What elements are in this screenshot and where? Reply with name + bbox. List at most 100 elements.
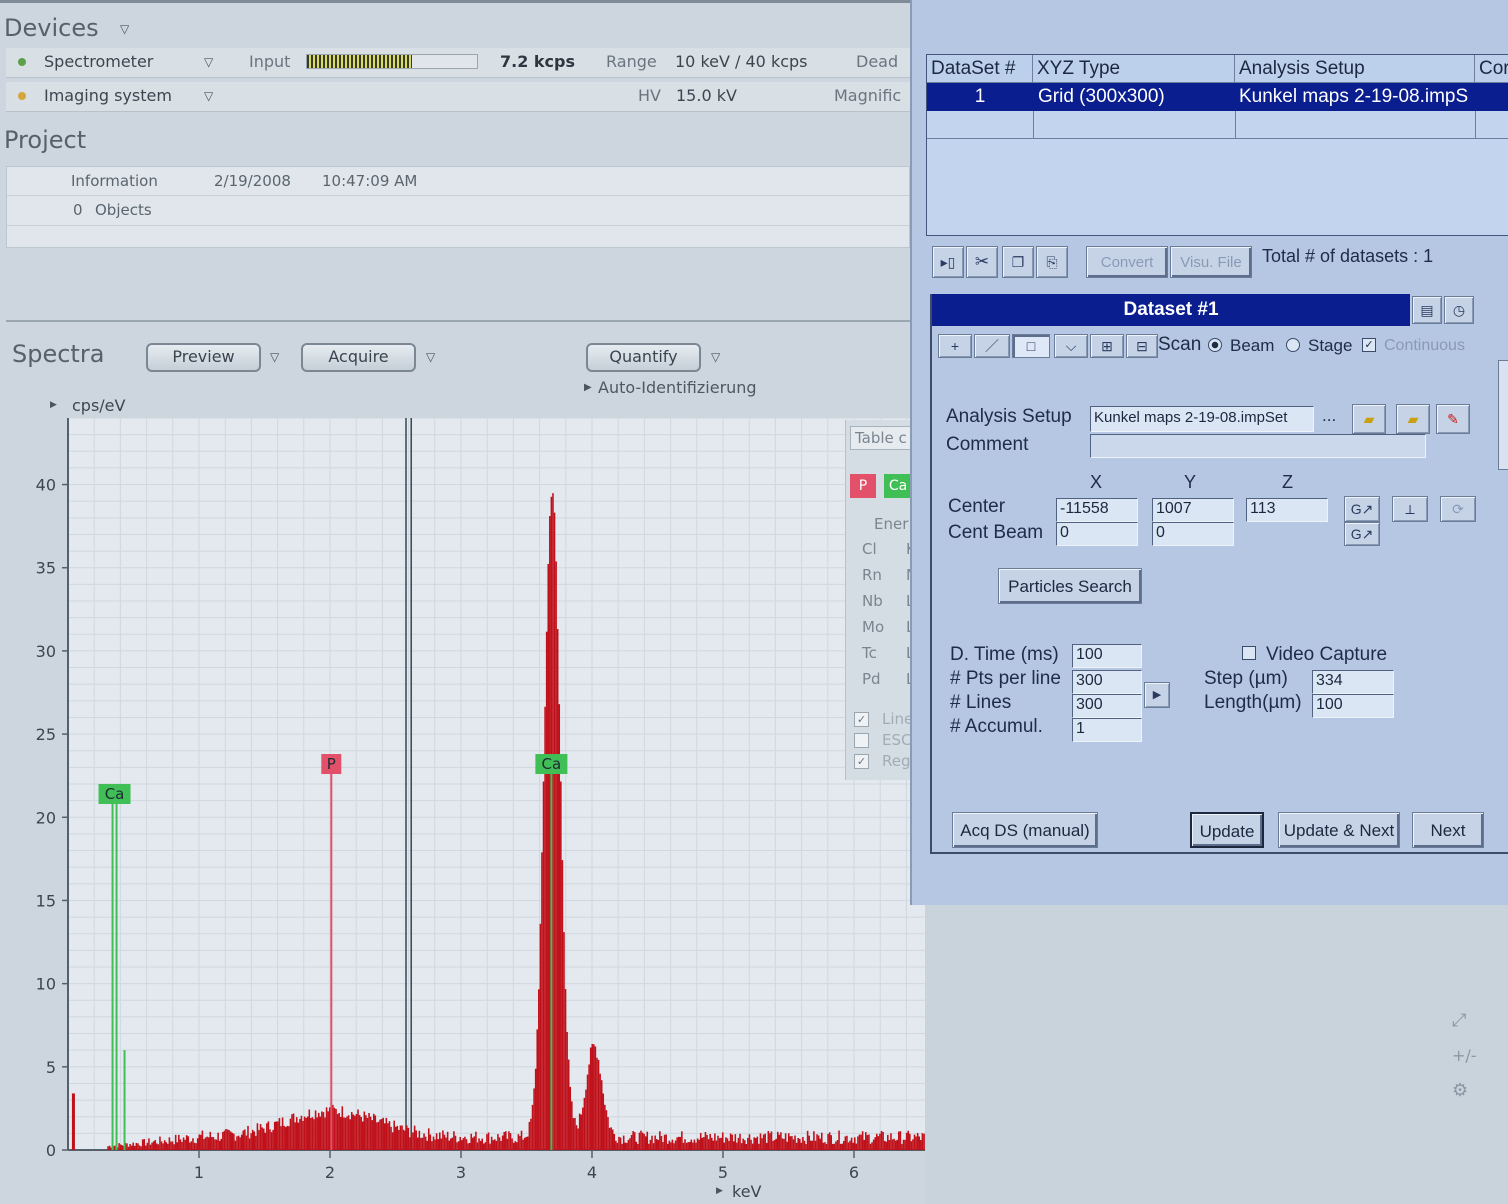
grid-header-cor[interactable]: Cor — [1475, 55, 1508, 83]
spectrum-bar — [483, 1143, 485, 1150]
grid-cell-type: Grid (300x300) — [1038, 86, 1165, 107]
particles-search-button[interactable]: Particles Search — [998, 568, 1142, 604]
element-symbol[interactable]: Nb — [862, 592, 883, 610]
element-chip-p[interactable]: P — [850, 474, 876, 498]
accumulations-field[interactable]: 1 — [1072, 718, 1142, 742]
insert-dataset-icon[interactable]: ▸▯ — [932, 246, 964, 278]
periodic-table-tab[interactable]: Table c — [850, 426, 916, 450]
refresh-icon[interactable]: ⟳ — [1440, 496, 1476, 522]
element-symbol[interactable]: Pd — [862, 670, 881, 688]
update-button[interactable]: Update — [1190, 812, 1264, 848]
point-tool-icon[interactable]: + — [938, 334, 972, 358]
convert-button[interactable]: Convert — [1086, 246, 1168, 278]
spectrum-bar — [839, 1143, 842, 1150]
acquire-dataset-button[interactable]: Acq DS (manual) — [952, 812, 1098, 848]
length-field[interactable]: 100 — [1312, 694, 1394, 718]
spectrum-bar — [135, 1143, 138, 1150]
save-folder-icon[interactable]: ▰ — [1396, 404, 1430, 434]
spectrum-bar — [361, 1121, 364, 1150]
zoom-tool-icon[interactable]: +/- — [1452, 1046, 1477, 1065]
mosaic-tool-icon[interactable]: ⊟ — [1126, 334, 1158, 358]
grid-header-analysis-setup[interactable]: Analysis Setup — [1235, 55, 1475, 83]
preview-button[interactable]: Preview — [146, 343, 261, 372]
stage-radio[interactable] — [1286, 338, 1300, 352]
polygon-tool-icon[interactable]: ⌵ — [1054, 334, 1088, 358]
paste-icon[interactable]: ⎘ — [1036, 246, 1068, 278]
acquire-button[interactable]: Acquire — [301, 343, 416, 372]
step-field[interactable]: 334 — [1312, 670, 1394, 694]
x-tick-label: 1 — [194, 1163, 204, 1182]
beam-radio[interactable] — [1208, 338, 1222, 352]
preview-dropdown-icon[interactable]: ▽ — [270, 350, 279, 364]
center-y-field[interactable]: 1007 — [1152, 498, 1234, 522]
devices-collapse-icon[interactable]: ▽ — [120, 22, 129, 36]
apply-arrow-icon[interactable]: ▶ — [1144, 682, 1170, 708]
option-checkbox[interactable]: ✓ — [854, 712, 869, 727]
acquire-dropdown-icon[interactable]: ▽ — [426, 350, 435, 364]
get-center-icon[interactable]: G↗ — [1344, 496, 1380, 522]
spectrum-bar — [217, 1132, 219, 1150]
quantify-dropdown-icon[interactable]: ▽ — [711, 350, 720, 364]
y-axis-expand-icon[interactable]: ▶ — [50, 400, 57, 410]
spectrum-bar — [883, 1140, 886, 1150]
pointer-tool-icon[interactable]: ⤢ — [1452, 1010, 1466, 1031]
side-scroll-strip[interactable] — [1498, 360, 1508, 470]
auto-id-expand-icon[interactable]: ▶ — [584, 382, 592, 393]
imaging-dropdown-icon[interactable]: ▽ — [204, 89, 213, 103]
spectrum-bar — [575, 1125, 578, 1150]
clock-icon[interactable]: ◷ — [1444, 296, 1474, 324]
comment-field[interactable] — [1090, 434, 1426, 458]
spectrum-bar — [597, 1059, 600, 1150]
copy-icon[interactable]: ❐ — [1002, 246, 1034, 278]
option-checkbox[interactable]: ✓ — [854, 754, 869, 769]
x-axis-expand-icon[interactable]: ▶ — [716, 1186, 723, 1196]
quantify-button[interactable]: Quantify — [586, 343, 701, 372]
analysis-setup-field[interactable]: Kunkel maps 2-19-08.impSet — [1090, 406, 1314, 432]
cut-icon[interactable]: ✂ — [966, 246, 998, 278]
next-button[interactable]: Next — [1412, 812, 1484, 848]
dataset-properties-icon[interactable]: ▤ — [1412, 296, 1442, 324]
line-tool-icon[interactable]: ／ — [974, 334, 1010, 358]
update-next-button[interactable]: Update & Next — [1278, 812, 1400, 848]
table-row[interactable]: 1 Grid (300x300) Kunkel maps 2-19-08.imp… — [927, 83, 1508, 111]
dwell-time-field[interactable]: 100 — [1072, 644, 1142, 668]
center-x-field[interactable]: -11558 — [1056, 498, 1138, 522]
visu-file-button[interactable]: Visu. File — [1170, 246, 1252, 278]
spectrum-bar — [218, 1140, 221, 1150]
edit-setup-icon[interactable]: ✎ — [1436, 404, 1470, 434]
grid-header-xyz-type[interactable]: XYZ Type — [1033, 55, 1235, 83]
settings-tool-icon[interactable]: ⚙ — [1452, 1080, 1468, 1101]
element-symbol[interactable]: Cl — [862, 540, 877, 558]
get-beam-icon[interactable]: G↗ — [1344, 522, 1380, 546]
element-symbol[interactable]: Rn — [862, 566, 882, 584]
lines-field[interactable]: 300 — [1072, 694, 1142, 718]
points-per-line-label: # Pts per line — [950, 668, 1061, 689]
spectrum-bar — [594, 1046, 597, 1150]
grid-header-dataset[interactable]: DataSet # — [927, 55, 1033, 83]
element-chip-ca[interactable]: Ca — [884, 474, 912, 498]
video-capture-label: Video Capture — [1266, 644, 1388, 665]
spectrum-bar — [589, 1047, 592, 1150]
video-capture-checkbox[interactable] — [1242, 646, 1256, 660]
grid-tool-icon[interactable]: ⊞ — [1090, 334, 1124, 358]
browse-dots-button[interactable]: ... — [1322, 406, 1336, 426]
spectrum-bar — [836, 1140, 839, 1150]
spectrum-bar — [731, 1134, 733, 1150]
spectrum-app: Devices ▽ Spectrometer ▽ Input 7.2 kcps … — [0, 0, 925, 1204]
spectrometer-dropdown-icon[interactable]: ▽ — [204, 55, 213, 69]
spectrum-bar — [413, 1125, 416, 1150]
element-symbol[interactable]: Mo — [862, 618, 884, 636]
cent-beam-y-field[interactable]: 0 — [1152, 522, 1234, 546]
auto-id-label[interactable]: Auto-Identifizierung — [598, 378, 757, 397]
element-symbol[interactable]: Tc — [862, 644, 877, 662]
rectangle-tool-icon[interactable]: □ — [1012, 334, 1050, 358]
spectrum-chart[interactable]: 0 5 10 15 20 25 30 35 40 1 2 3 4 5 6 Ca P Ca — [0, 410, 925, 1204]
continuous-checkbox[interactable]: ✓ — [1362, 338, 1376, 352]
open-folder-icon[interactable]: ▰ — [1352, 404, 1386, 434]
center-z-field[interactable]: 113 — [1246, 498, 1328, 522]
option-checkbox[interactable] — [854, 733, 869, 748]
goto-position-icon[interactable]: ⟂ — [1392, 496, 1428, 522]
points-per-line-field[interactable]: 300 — [1072, 670, 1142, 694]
cent-beam-x-field[interactable]: 0 — [1056, 522, 1138, 546]
spectrum-bar — [380, 1119, 383, 1150]
